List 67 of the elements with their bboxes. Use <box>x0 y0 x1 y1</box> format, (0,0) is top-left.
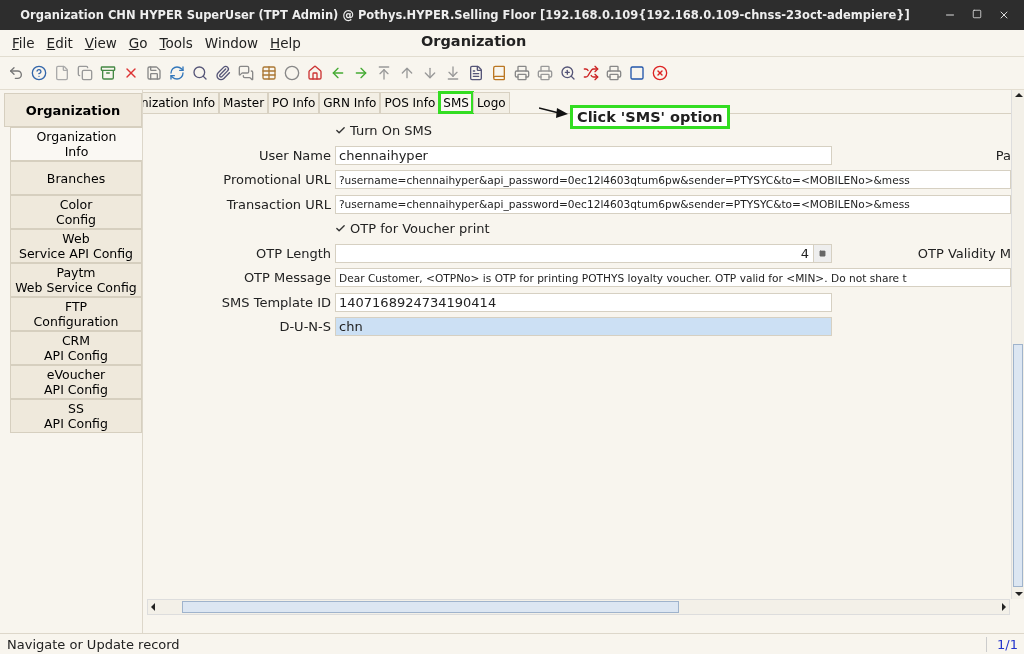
sidebar-header-tab[interactable]: Organization <box>4 93 142 127</box>
tab[interactable]: SMS <box>439 92 473 113</box>
chat-icon[interactable] <box>236 63 256 83</box>
sidebar-tab[interactable]: CRM API Config <box>10 331 142 365</box>
menu-item[interactable]: Tools <box>153 35 199 51</box>
text-field[interactable]: ?username=chennaihyper&api_password=0ec12l4603qtum6pw&sender=PTYSYC&to=<MOBILENo>&mess <box>335 194 1011 214</box>
checkbox-label: OTP for Voucher print <box>350 221 490 237</box>
field-label: OTP Validity M <box>917 245 1011 261</box>
printer-icon[interactable] <box>604 63 624 83</box>
menu-item[interactable]: Help <box>264 35 307 51</box>
sidebar-tab[interactable]: SS API Config <box>10 399 142 433</box>
annotation-callout: Click 'SMS' option <box>570 105 730 129</box>
field-label: Promotional URL <box>222 172 332 188</box>
field-label: SMS Template ID <box>220 294 332 310</box>
menu-item[interactable]: Edit <box>40 35 79 51</box>
help-icon[interactable] <box>29 63 49 83</box>
tab[interactable]: GRN Info <box>319 92 381 113</box>
sidebar-tab[interactable]: Branches <box>10 161 142 195</box>
window-heading: Organization <box>421 33 527 49</box>
text-field[interactable]: 1407168924734190414 <box>335 292 832 312</box>
circle-icon[interactable] <box>282 63 302 83</box>
printer-icon[interactable] <box>512 63 532 83</box>
vertical-scrollbar[interactable] <box>1011 90 1024 599</box>
text-field[interactable]: Dear Customer, <OTPNo> is OTP for printing POTHYS loyalty voucher. OTP valid for <MIN>. Do not share t <box>335 268 1011 288</box>
sidebar-tab[interactable]: FTP Configuration <box>10 297 142 331</box>
sidebar-tab[interactable]: Web Service API Config <box>10 229 142 263</box>
number-field[interactable]: 4 <box>335 243 832 263</box>
archive-icon[interactable] <box>98 63 118 83</box>
shuffle-icon[interactable] <box>581 63 601 83</box>
field-label: OTP Message <box>242 270 332 286</box>
sidebar-tab[interactable]: Paytm Web Service Config <box>10 263 142 297</box>
horizontal-scrollbar[interactable] <box>147 599 1010 615</box>
text-field[interactable]: chn <box>335 317 832 337</box>
text-field[interactable]: ?username=chennaihyper&api_password=0ec12l4603qtum6pw&sender=PTYSYC&to=<MOBILENo>&mess <box>335 170 1011 190</box>
menu-item[interactable]: Window <box>198 35 265 51</box>
tab[interactable]: Master <box>219 92 269 113</box>
window-title: Organization CHN HYPER SuperUser (TPT Admin) @ Pothys.HYPER.Selling Floor [192.168.0.109{192.168.0.109-chnss-23oct-adempiere}] <box>19 8 911 22</box>
field-label: D-U-N-S <box>278 319 332 335</box>
checkbox-label: Turn On SMS <box>350 123 433 139</box>
tab[interactable]: POS Info <box>380 92 440 113</box>
spin-button[interactable] <box>813 244 831 262</box>
maximize-icon[interactable] <box>972 9 982 19</box>
copy-icon[interactable] <box>75 63 95 83</box>
menu-item[interactable]: File <box>6 35 41 51</box>
tab[interactable]: PO Info <box>268 92 320 113</box>
field-label: Transaction URL <box>225 196 332 212</box>
menu-item[interactable]: View <box>78 35 123 51</box>
menu-item[interactable]: Go <box>122 35 154 51</box>
square-icon[interactable] <box>627 63 647 83</box>
status-message: Navigate or Update record <box>6 636 181 652</box>
field-label: OTP Length <box>255 245 332 261</box>
text-field[interactable]: chennaihyper <box>335 145 832 165</box>
home-icon[interactable] <box>305 63 325 83</box>
refresh-icon[interactable] <box>167 63 187 83</box>
record-counter: 1/1 <box>986 636 1024 652</box>
sidebar-tab[interactable]: eVoucher API Config <box>10 365 142 399</box>
close-icon[interactable] <box>998 9 1010 21</box>
sidebar-tab[interactable]: Color Config <box>10 195 142 229</box>
tab[interactable]: Logo <box>472 92 510 113</box>
paperclip-icon[interactable] <box>213 63 233 83</box>
sidebar-tab[interactable]: Organization Info <box>10 127 142 161</box>
annotation-arrow <box>539 107 568 118</box>
close-icon[interactable] <box>650 63 670 83</box>
table-icon[interactable] <box>259 63 279 83</box>
save-icon[interactable] <box>144 63 164 83</box>
field-label: Pa <box>995 147 1011 163</box>
field-label: User Name <box>257 147 332 163</box>
